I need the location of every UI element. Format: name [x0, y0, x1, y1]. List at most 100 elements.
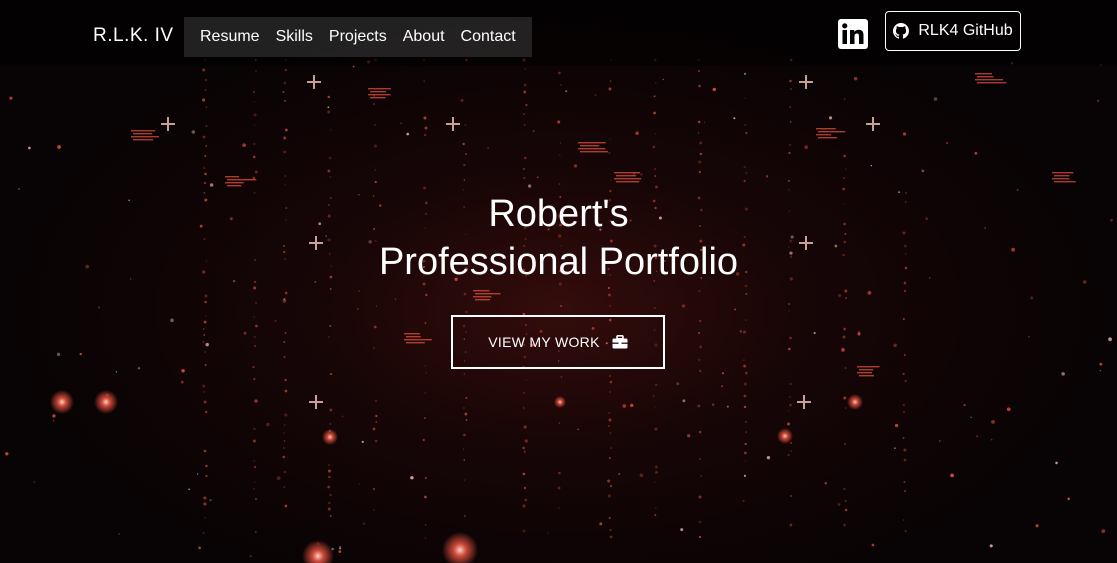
particle-dot [523, 90, 527, 94]
particle-dot [422, 438, 425, 442]
particle-dot [698, 495, 702, 499]
particle-dot [203, 166, 206, 170]
particle-dot [33, 481, 36, 483]
particle-dot [560, 305, 563, 307]
particle-dot [789, 396, 791, 398]
particle-dot [608, 418, 612, 422]
particle-dot [558, 71, 561, 75]
particle-dot [203, 320, 207, 324]
particle-dot [522, 167, 525, 171]
code-glyph [1052, 172, 1074, 174]
particle-dot [203, 400, 207, 404]
particle-dot [375, 400, 377, 402]
particle-dot [329, 423, 332, 425]
hero-title-line1: Robert's [488, 193, 629, 235]
particle-dot [284, 413, 288, 417]
particle-dot [1108, 337, 1112, 342]
particle-dot [464, 412, 468, 416]
particle-dot [699, 458, 701, 460]
particle-dot [425, 372, 427, 374]
particle-dot [204, 364, 207, 366]
particle-dot [358, 483, 361, 485]
particle-dot [424, 134, 426, 136]
particle-dot [699, 141, 703, 145]
glow-orb [554, 396, 566, 408]
particle-dot [283, 356, 286, 358]
particle-dot [523, 156, 527, 160]
nav-item-about[interactable]: About [395, 17, 453, 57]
particle-dot [523, 176, 526, 180]
particle-dot [609, 138, 611, 140]
particle-dot [283, 136, 287, 140]
nav-item-resume[interactable]: Resume [192, 17, 268, 57]
particle-dot [558, 183, 561, 185]
particle-dot [559, 142, 561, 144]
particle-dot [653, 306, 656, 310]
particle-dot [699, 369, 702, 373]
particle-dot [609, 432, 611, 434]
particle-dot [203, 334, 206, 336]
particle-dot [52, 414, 56, 418]
code-glyph [370, 91, 387, 93]
particle-dot [203, 391, 206, 393]
nav-item-projects[interactable]: Projects [321, 17, 395, 57]
particle-dot [789, 403, 792, 407]
particle-dot [745, 319, 747, 321]
particle-dot [733, 117, 736, 120]
particle-dot [373, 103, 376, 105]
particle-dot [196, 473, 199, 475]
particle-dot [742, 499, 745, 503]
glow-orb [322, 429, 338, 445]
particle-dot [424, 495, 427, 499]
github-button[interactable]: RLK4 GitHub [885, 11, 1021, 51]
particle-dot [252, 155, 256, 159]
particle-dot [463, 373, 465, 375]
particle-dot [844, 407, 847, 409]
particle-dot [252, 488, 255, 490]
code-glyph [225, 176, 240, 178]
code-glyph [1054, 175, 1070, 177]
particle-dot [460, 98, 464, 102]
view-my-work-button[interactable]: VIEW MY WORK [451, 315, 665, 369]
particle-dot [361, 440, 364, 443]
particle-dot [655, 471, 658, 474]
particle-dot [788, 310, 790, 312]
code-glyph [227, 185, 242, 187]
particle-dot [118, 533, 120, 535]
particle-dot [745, 172, 748, 174]
code-glyph [475, 293, 501, 295]
nav-item-contact[interactable]: Contact [453, 17, 524, 57]
particle-dot [845, 297, 848, 299]
particle-dot [465, 153, 467, 155]
particle-dot [394, 298, 397, 300]
particle-dot [789, 79, 792, 83]
particle-dot [254, 170, 258, 174]
linkedin-icon[interactable] [838, 19, 868, 49]
particle-dot [374, 180, 377, 184]
code-glyph [580, 151, 609, 153]
particle-dot [721, 372, 724, 375]
particle-dot [608, 87, 612, 91]
particle-dot [283, 424, 286, 426]
particle-dot [739, 330, 742, 333]
nav-item-skills[interactable]: Skills [268, 17, 321, 57]
particle-dot [406, 132, 410, 136]
particle-dot [463, 514, 466, 518]
glow-orb [50, 390, 74, 414]
particle-dot [963, 403, 966, 407]
particle-dot [843, 488, 846, 490]
particle-dot [202, 68, 206, 72]
particle-dot [652, 145, 656, 149]
particle-dot [790, 88, 792, 90]
particle-dot [789, 144, 791, 146]
particle-dot [522, 113, 525, 115]
particle-dot [205, 342, 209, 347]
particle-dot [844, 168, 847, 170]
brand-logo[interactable]: R.L.K. IV [93, 25, 174, 47]
particle-dot [28, 146, 31, 150]
particle-dot [204, 172, 207, 176]
particle-dot [902, 436, 905, 440]
particle-dot [921, 169, 925, 173]
particle-dot [282, 299, 287, 303]
particle-dot [559, 154, 561, 156]
